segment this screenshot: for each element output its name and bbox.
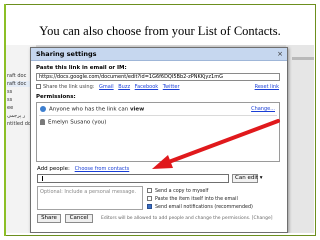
slide-caption: You can also choose from your List of Co… [39, 24, 281, 38]
arrow-shaft [164, 119, 280, 165]
screenshot: raft doc raft doc ss ss ee ر پرجمی ntitl… [6, 45, 314, 233]
red-arrow-annotation [152, 119, 280, 169]
arrow-head [152, 155, 173, 169]
